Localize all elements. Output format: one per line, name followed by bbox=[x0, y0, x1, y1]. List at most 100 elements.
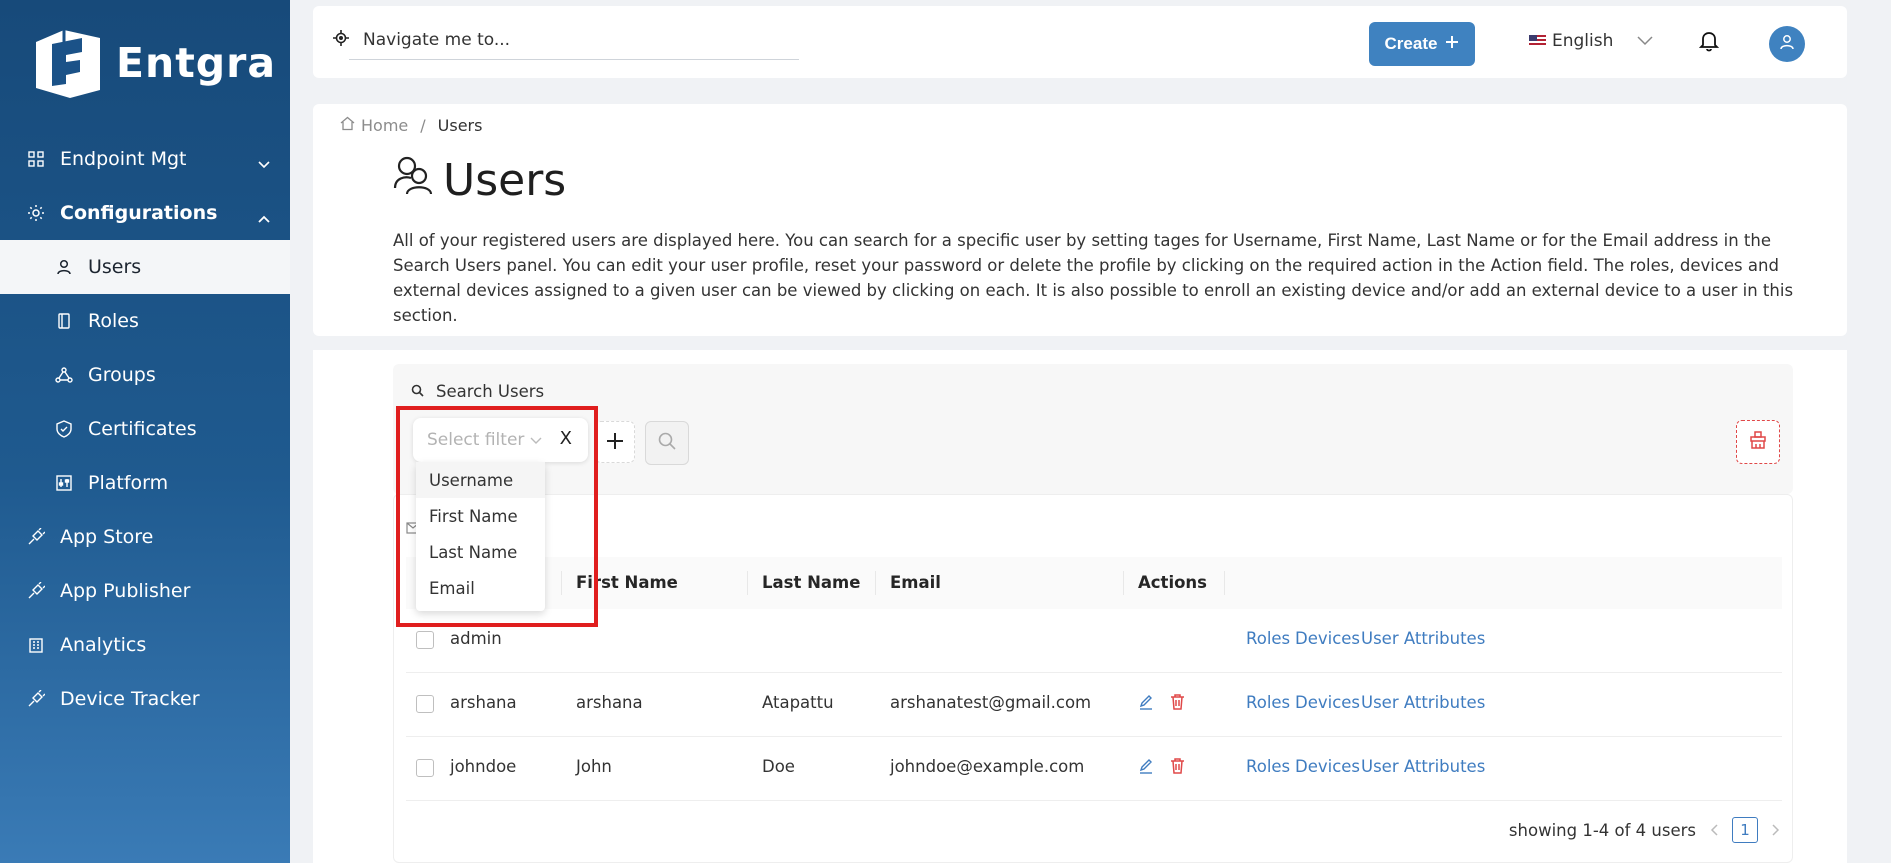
sidebar-item-label: Device Tracker bbox=[60, 688, 200, 710]
users-icon bbox=[393, 154, 433, 207]
search-icon bbox=[411, 382, 424, 401]
breadcrumb-home[interactable]: Home bbox=[361, 116, 408, 135]
user-attributes-link[interactable]: User Attributes bbox=[1361, 757, 1485, 776]
sidebar-item-app-store[interactable]: App Store bbox=[0, 510, 290, 564]
search-underline bbox=[349, 59, 799, 60]
language-selector[interactable]: English bbox=[1529, 31, 1653, 51]
row-checkbox[interactable] bbox=[416, 631, 434, 649]
pagination-summary: showing 1-4 of 4 users bbox=[1508, 820, 1696, 840]
plug-icon bbox=[26, 527, 46, 547]
plug-icon bbox=[26, 689, 46, 709]
delete-icon[interactable] bbox=[1170, 758, 1185, 778]
roles-link[interactable]: Roles bbox=[1246, 629, 1290, 648]
cell-email: johndoe@example.com bbox=[890, 757, 1085, 776]
grid-icon bbox=[26, 149, 46, 169]
delete-icon[interactable] bbox=[1170, 694, 1185, 714]
navigate-search-input[interactable]: Navigate me to... bbox=[363, 30, 510, 50]
table-header: First Name Last Name Email Actions bbox=[406, 557, 1782, 609]
users-table: First Name Last Name Email Actions admin… bbox=[393, 494, 1793, 863]
edit-icon[interactable] bbox=[1138, 758, 1154, 778]
create-button-label: Create bbox=[1384, 34, 1438, 53]
devices-link[interactable]: Devices bbox=[1295, 629, 1360, 648]
cell-username: arshana bbox=[450, 693, 517, 712]
page-title: Users bbox=[393, 154, 566, 207]
plus-icon bbox=[606, 427, 624, 457]
user-icon bbox=[54, 257, 74, 277]
user-attributes-link[interactable]: User Attributes bbox=[1361, 629, 1485, 648]
chevron-left-icon[interactable] bbox=[1710, 821, 1718, 840]
column-header-email[interactable]: Email bbox=[890, 573, 941, 592]
bell-icon[interactable] bbox=[1698, 30, 1720, 56]
column-header-last-name[interactable]: Last Name bbox=[762, 573, 860, 592]
broom-icon bbox=[1748, 430, 1768, 454]
pagination: showing 1-4 of 4 users 1 bbox=[1509, 817, 1780, 843]
column-divider bbox=[1123, 571, 1124, 595]
search-users-panel: Search Users bbox=[393, 364, 1793, 494]
roles-link[interactable]: Roles bbox=[1246, 757, 1290, 776]
devices-link[interactable]: Devices bbox=[1295, 693, 1360, 712]
search-button[interactable] bbox=[645, 421, 689, 465]
table-row: arshana arshana Atapattu arshanatest@gma… bbox=[406, 673, 1782, 737]
sidebar-item-label: Roles bbox=[88, 310, 139, 332]
entgra-logo-icon bbox=[30, 28, 102, 98]
us-flag-icon bbox=[1529, 35, 1546, 47]
avatar[interactable] bbox=[1769, 26, 1805, 62]
user-attributes-link[interactable]: User Attributes bbox=[1361, 693, 1485, 712]
row-checkbox[interactable] bbox=[416, 759, 434, 777]
plus-icon bbox=[1445, 34, 1459, 54]
roles-link[interactable]: Roles bbox=[1246, 693, 1290, 712]
chevron-down-icon bbox=[1637, 31, 1653, 51]
home-icon bbox=[340, 116, 355, 135]
sidebar-item-label: App Store bbox=[60, 526, 154, 548]
column-divider bbox=[747, 571, 748, 595]
table-row: admin Roles Devices User Attributes bbox=[406, 609, 1782, 673]
search-users-title: Search Users bbox=[436, 382, 545, 401]
navigate-search[interactable]: Navigate me to... bbox=[333, 30, 510, 50]
breadcrumb-separator: / bbox=[420, 116, 426, 135]
page-number-button[interactable]: 1 bbox=[1732, 817, 1758, 843]
sidebar-item-platform[interactable]: Platform bbox=[0, 456, 290, 510]
column-divider bbox=[1224, 571, 1225, 595]
crosshair-icon bbox=[333, 30, 349, 50]
sidebar-item-analytics[interactable]: Analytics bbox=[0, 618, 290, 672]
page-description: All of your registered users are display… bbox=[393, 231, 1794, 325]
devices-link[interactable]: Devices bbox=[1295, 757, 1360, 776]
cell-last-name: Doe bbox=[762, 757, 795, 776]
sidebar-item-app-publisher[interactable]: App Publisher bbox=[0, 564, 290, 618]
add-filter-button[interactable] bbox=[595, 421, 635, 463]
brand-name: Entgra bbox=[116, 39, 277, 87]
sliders-icon bbox=[54, 473, 74, 493]
language-label: English bbox=[1552, 31, 1614, 51]
page-title-text: Users bbox=[443, 155, 567, 206]
chevron-right-icon[interactable] bbox=[1772, 821, 1780, 840]
sidebar-item-configurations[interactable]: Configurations bbox=[0, 186, 290, 240]
gear-icon bbox=[26, 203, 46, 223]
table-row: johndoe John Doe johndoe@example.com Rol… bbox=[406, 737, 1782, 801]
sidebar-item-roles[interactable]: Roles bbox=[0, 294, 290, 348]
book-icon bbox=[54, 311, 74, 331]
sidebar-item-label: Endpoint Mgt bbox=[60, 148, 187, 170]
clear-filters-button[interactable] bbox=[1736, 420, 1780, 464]
chevron-up-icon bbox=[258, 206, 270, 228]
sidebar-item-endpoint-mgt[interactable]: Endpoint Mgt bbox=[0, 132, 290, 186]
logo[interactable]: Entgra bbox=[30, 28, 276, 98]
cell-last-name: Atapattu bbox=[762, 693, 834, 712]
edit-icon[interactable] bbox=[1138, 694, 1154, 714]
sidebar-item-device-tracker[interactable]: Device Tracker bbox=[0, 672, 290, 726]
sidebar-item-certificates[interactable]: Certificates bbox=[0, 402, 290, 456]
sidebar-item-label: App Publisher bbox=[60, 580, 191, 602]
chevron-down-icon bbox=[258, 152, 270, 174]
row-checkbox[interactable] bbox=[416, 695, 434, 713]
sidebar-item-label: Analytics bbox=[60, 634, 147, 656]
column-divider bbox=[875, 571, 876, 595]
sidebar: Entgra Endpoint Mgt Configurations Users bbox=[0, 0, 290, 863]
cell-username: johndoe bbox=[450, 757, 517, 776]
cell-first-name: John bbox=[576, 757, 612, 776]
sidebar-item-users[interactable]: Users bbox=[0, 240, 290, 294]
cell-username: admin bbox=[450, 629, 502, 648]
sidebar-item-groups[interactable]: Groups bbox=[0, 348, 290, 402]
search-users-header[interactable]: Search Users bbox=[411, 382, 544, 401]
breadcrumb: Home / Users bbox=[340, 116, 482, 135]
search-icon bbox=[657, 431, 677, 455]
create-button[interactable]: Create bbox=[1369, 22, 1475, 66]
